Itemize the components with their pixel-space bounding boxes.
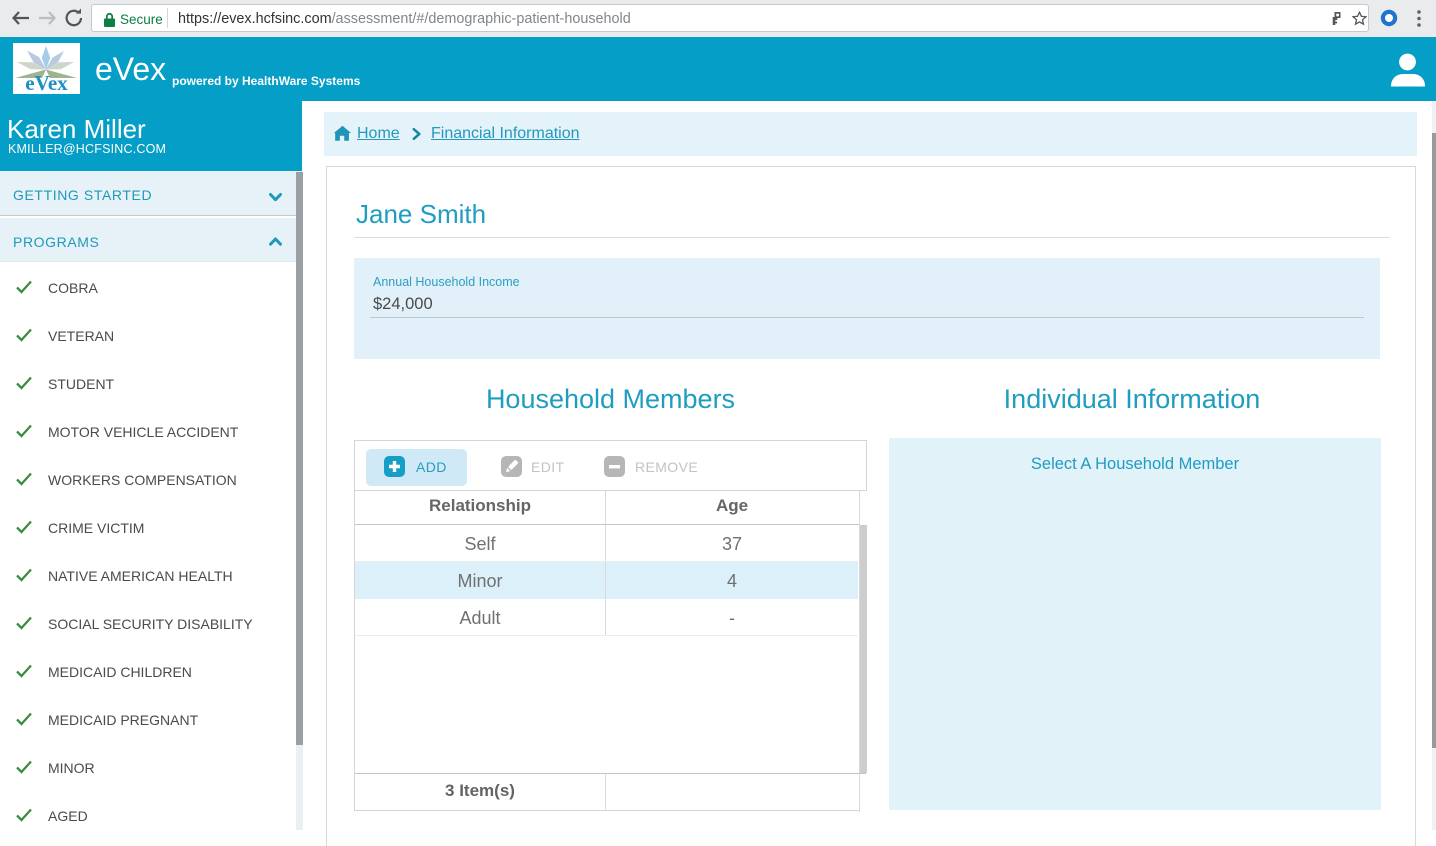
- svg-text:eVex: eVex: [25, 71, 68, 94]
